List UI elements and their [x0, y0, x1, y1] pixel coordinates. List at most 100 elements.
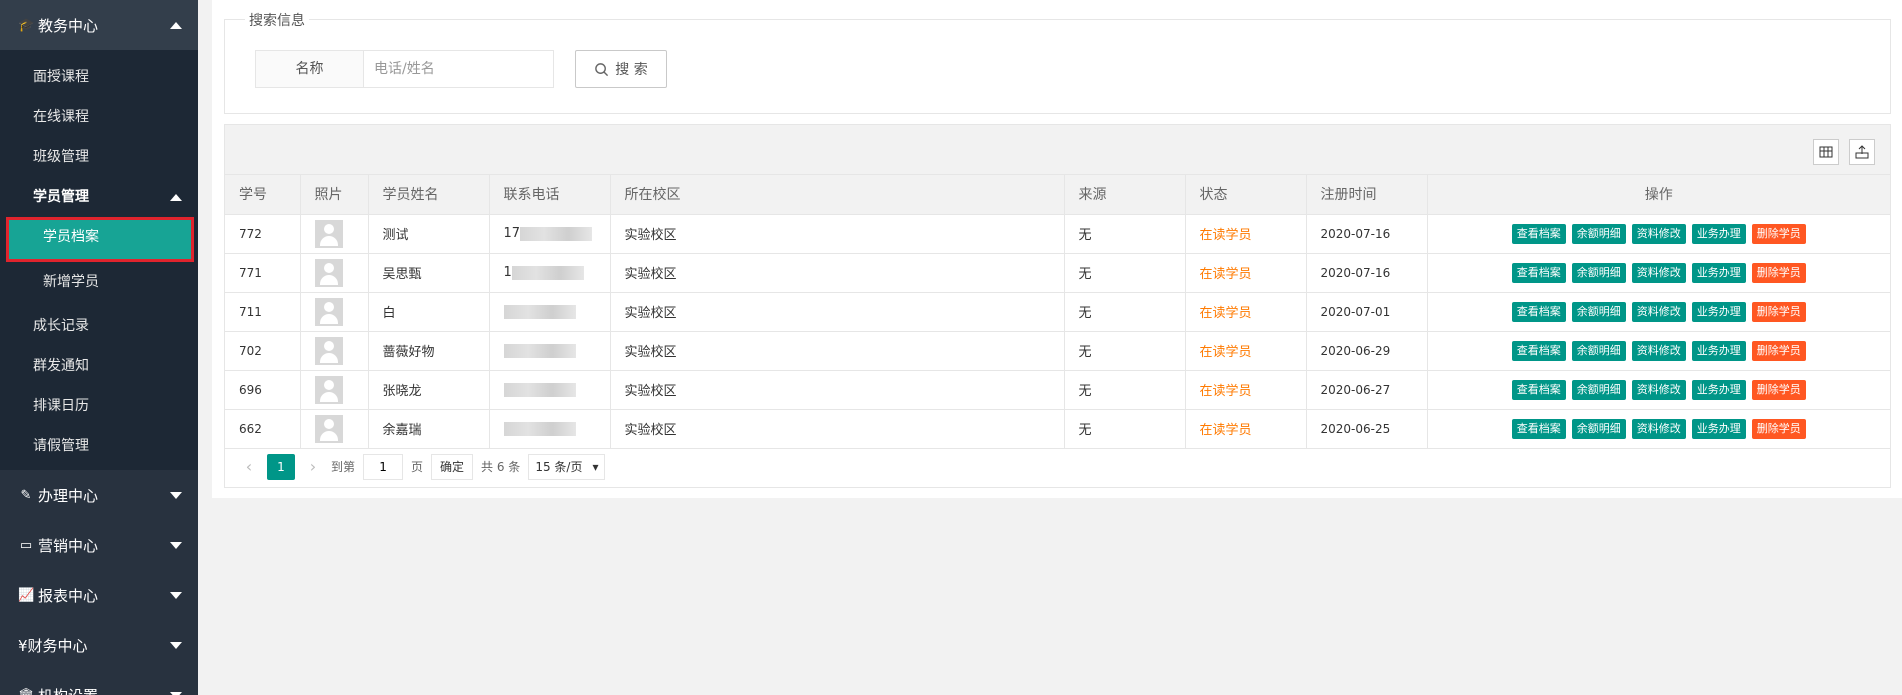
balance-detail-button[interactable]: 余额明细: [1571, 262, 1626, 283]
sidebar: 🎓 教务中心 面授课程 在线课程 班级管理 学员管理 学员档案 新增学员 成长记录…: [0, 0, 198, 695]
view-file-button[interactable]: 查看档案: [1511, 223, 1566, 244]
edit-info-button[interactable]: 资料修改: [1631, 379, 1686, 400]
cell-photo: [300, 370, 369, 410]
current-page[interactable]: 1: [267, 453, 295, 480]
avatar-placeholder-icon: [314, 336, 343, 365]
edit-info-button[interactable]: 资料修改: [1631, 262, 1686, 283]
sidebar-item-class-mgmt[interactable]: 班级管理: [0, 137, 198, 177]
sidebar-student-sublist: 学员档案 新增学员: [0, 217, 198, 306]
edit-info-button[interactable]: 资料修改: [1631, 223, 1686, 244]
cell-name: 蔷薇好物: [368, 331, 490, 371]
sidebar-item-student-mgmt[interactable]: 学员管理: [0, 177, 198, 217]
goto-page-input[interactable]: [363, 453, 404, 480]
cell-actions: 查看档案 余额明细 资料修改 业务办理 删除学员: [1427, 370, 1890, 410]
balance-detail-button[interactable]: 余额明细: [1571, 379, 1626, 400]
cell-source: 无: [1064, 253, 1186, 293]
search-input[interactable]: [364, 51, 553, 87]
sidebar-section-label: 机构设置: [38, 685, 98, 695]
chevron-down-icon: [170, 541, 182, 549]
cell-date: 2020-07-16: [1306, 253, 1428, 293]
chart-icon: 📈: [18, 587, 35, 603]
cell-campus: 实验校区: [610, 214, 1065, 254]
sidebar-section-affairs[interactable]: ✎ 办理中心: [0, 470, 198, 520]
cell-source: 无: [1064, 214, 1186, 254]
edit-info-button[interactable]: 资料修改: [1631, 301, 1686, 322]
delete-student-button[interactable]: 删除学员: [1751, 379, 1806, 400]
search-icon: [595, 62, 609, 76]
view-file-button[interactable]: 查看档案: [1511, 418, 1566, 439]
search-legend: 搜索信息: [245, 10, 309, 30]
cell-id: 772: [225, 214, 301, 254]
delete-student-button[interactable]: 删除学员: [1751, 223, 1806, 244]
balance-detail-button[interactable]: 余额明细: [1571, 301, 1626, 322]
total-count: 共 6 条: [481, 460, 521, 474]
delete-student-button[interactable]: 删除学员: [1751, 262, 1806, 283]
delete-student-button[interactable]: 删除学员: [1751, 418, 1806, 439]
delete-student-button[interactable]: 删除学员: [1751, 340, 1806, 361]
business-button[interactable]: 业务办理: [1691, 340, 1746, 361]
export-button[interactable]: [1849, 139, 1875, 165]
sidebar-section-finance[interactable]: ¥财务中心: [0, 620, 198, 670]
sidebar-item-online-course[interactable]: 在线课程: [0, 97, 198, 137]
delete-student-button[interactable]: 删除学员: [1751, 301, 1806, 322]
cell-name: 测试: [368, 214, 490, 254]
prev-page-button[interactable]: ‹: [239, 457, 259, 476]
sidebar-section-reports[interactable]: 📈 报表中心: [0, 570, 198, 620]
edit-info-button[interactable]: 资料修改: [1631, 340, 1686, 361]
balance-detail-button[interactable]: 余额明细: [1571, 418, 1626, 439]
cell-actions: 查看档案 余额明细 资料修改 业务办理 删除学员: [1427, 253, 1890, 293]
column-header[interactable]: 来源: [1064, 175, 1186, 215]
cell-source: 无: [1064, 292, 1186, 332]
column-header[interactable]: 注册时间: [1306, 175, 1428, 215]
column-header[interactable]: 学号: [225, 175, 301, 215]
sidebar-section-academic[interactable]: 🎓 教务中心: [0, 0, 198, 50]
cell-phone: [489, 409, 611, 449]
edit-info-button[interactable]: 资料修改: [1631, 418, 1686, 439]
sidebar-section-marketing[interactable]: ▭ 营销中心: [0, 520, 198, 570]
business-button[interactable]: 业务办理: [1691, 262, 1746, 283]
per-page-select[interactable]: 15 条/页 ▾: [528, 453, 606, 480]
table-row: 702 蔷薇好物 实验校区无在读学员 2020-06-29 查看档案 余额明细 资料修改 业务…: [225, 331, 1890, 371]
balance-detail-button[interactable]: 余额明细: [1571, 340, 1626, 361]
sidebar-item-student-files[interactable]: 学员档案: [6, 217, 194, 262]
cell-date: 2020-07-01: [1306, 292, 1428, 332]
next-page-button[interactable]: ›: [303, 457, 323, 476]
column-header[interactable]: 学员姓名: [368, 175, 490, 215]
balance-detail-button[interactable]: 余额明细: [1571, 223, 1626, 244]
sidebar-item-face-course[interactable]: 面授课程: [0, 57, 198, 97]
business-button[interactable]: 业务办理: [1691, 379, 1746, 400]
sidebar-item-growth[interactable]: 成长记录: [0, 306, 198, 346]
business-button[interactable]: 业务办理: [1691, 301, 1746, 322]
cell-photo: [300, 253, 369, 293]
search-button[interactable]: 搜 索: [575, 50, 667, 88]
cell-photo: [300, 292, 369, 332]
sidebar-item-calendar[interactable]: 排课日历: [0, 386, 198, 426]
column-header[interactable]: 所在校区: [610, 175, 1065, 215]
phone-redacted: [511, 265, 584, 280]
business-button[interactable]: 业务办理: [1691, 418, 1746, 439]
business-button[interactable]: 业务办理: [1691, 223, 1746, 244]
column-header[interactable]: 联系电话: [489, 175, 611, 215]
view-file-button[interactable]: 查看档案: [1511, 301, 1566, 322]
cell-source: 无: [1064, 370, 1186, 410]
view-file-button[interactable]: 查看档案: [1511, 379, 1566, 400]
sidebar-item-add-student[interactable]: 新增学员: [0, 262, 198, 302]
sidebar-section-org[interactable]: 🏛机构设置: [0, 670, 198, 695]
export-icon: [1855, 145, 1869, 159]
column-header[interactable]: 操作: [1427, 175, 1890, 215]
table-toolbar: [225, 125, 1890, 175]
column-header[interactable]: 状态: [1185, 175, 1307, 215]
sidebar-item-notice[interactable]: 群发通知: [0, 346, 198, 386]
avatar-placeholder-icon: [314, 375, 343, 404]
sidebar-item-leave[interactable]: 请假管理: [0, 426, 198, 466]
view-file-button[interactable]: 查看档案: [1511, 340, 1566, 361]
edit-icon: ✎: [20, 487, 32, 503]
search-box: 名称: [255, 50, 554, 88]
table-row: 772 测试 17 实验校区无在读学员 2020-07-16 查看档案 余额明细 资料修改 业务…: [225, 214, 1890, 254]
goto-confirm-button[interactable]: 确定: [431, 453, 474, 480]
columns-filter-button[interactable]: [1813, 139, 1839, 165]
sidebar-academic-list: 面授课程 在线课程 班级管理 学员管理 学员档案 新增学员 成长记录 群发通知 …: [0, 50, 198, 470]
view-file-button[interactable]: 查看档案: [1511, 262, 1566, 283]
chevron-up-icon: [170, 21, 182, 29]
column-header[interactable]: 照片: [300, 175, 369, 215]
